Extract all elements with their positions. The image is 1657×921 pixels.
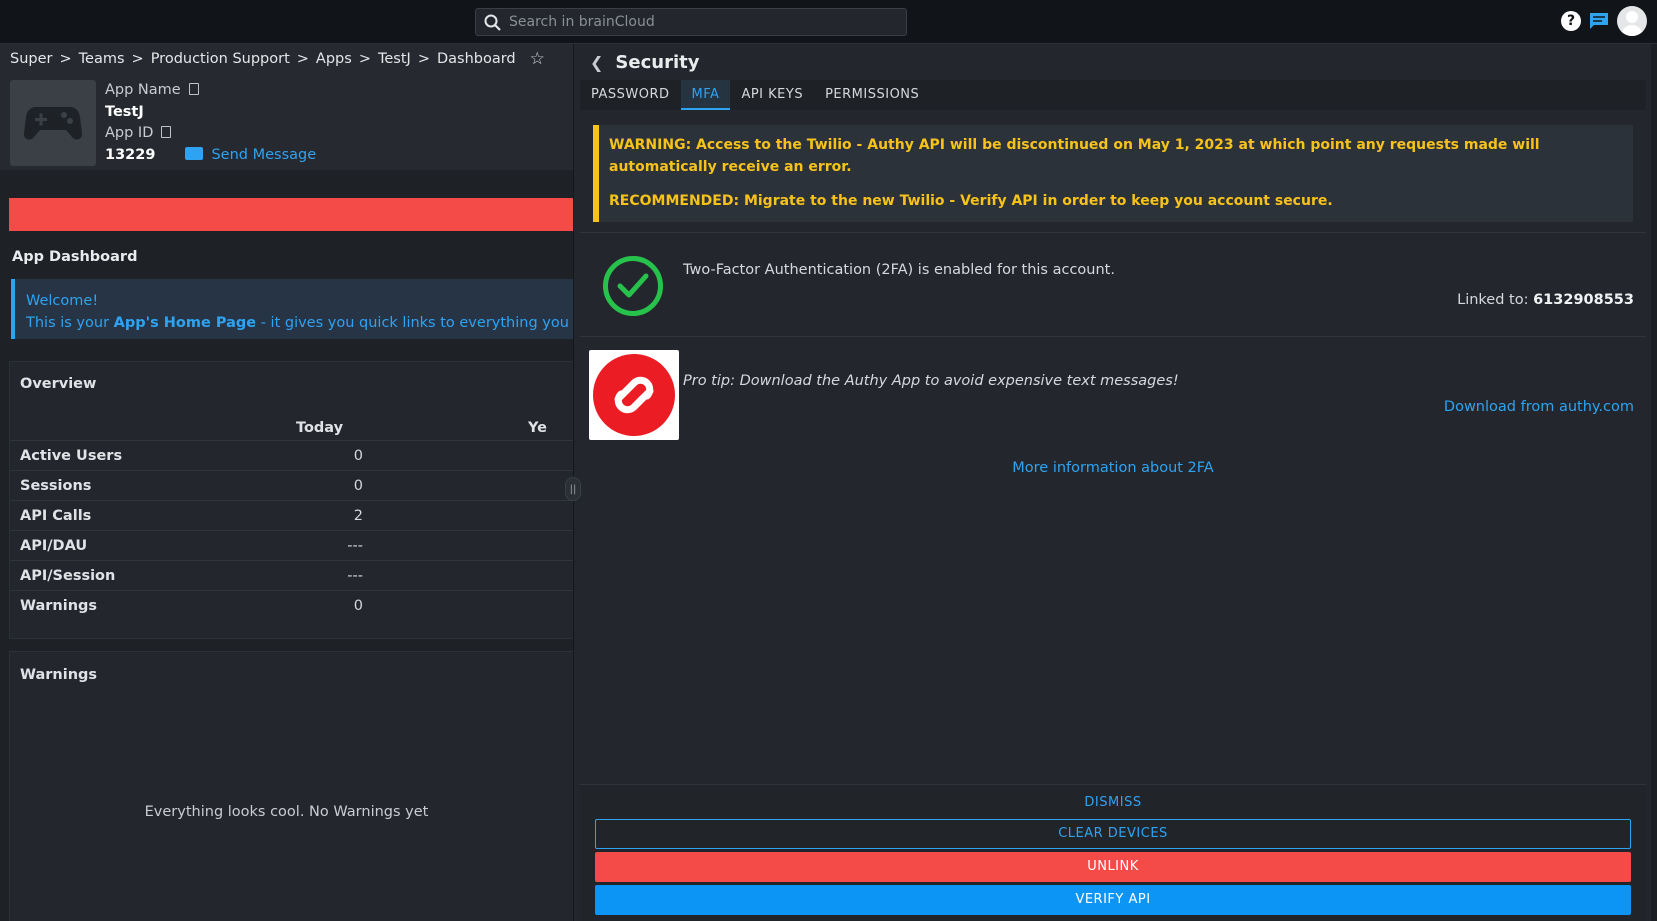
linked-phone: Linked to: 6132908553 <box>1457 292 1634 308</box>
copy-icon[interactable] <box>161 126 172 138</box>
panel-title: Security <box>615 51 700 73</box>
authy-logo-icon <box>589 350 679 440</box>
breadcrumb-item[interactable]: TestJ <box>378 51 411 67</box>
app-name-value: TestJ <box>105 103 144 120</box>
security-header: ❮ Security <box>574 44 1651 80</box>
search-input[interactable] <box>509 14 889 30</box>
chat-icon[interactable] <box>1589 12 1609 30</box>
table-row: Sessions 0 <box>10 470 573 501</box>
app-id-value: 13229 <box>105 146 156 163</box>
send-message-link[interactable]: Send Message <box>185 146 316 163</box>
welcome-title: Welcome! <box>26 293 99 309</box>
more-info-link[interactable]: More information about 2FA <box>574 460 1652 476</box>
tab-api-keys[interactable]: API KEYS <box>730 80 814 110</box>
tab-bar: PASSWORD MFA API KEYS PERMISSIONS <box>580 80 1646 110</box>
column-header-today: Today <box>296 420 344 436</box>
breadcrumb-item[interactable]: Production Support <box>151 51 290 67</box>
overview-title: Overview <box>20 376 97 392</box>
welcome-banner: Welcome! This is your App's Home Page - … <box>11 279 573 339</box>
search-icon <box>484 14 501 31</box>
breadcrumb: Super > Teams > Production Support > Apps > … <box>0 44 573 74</box>
warnings-title: Warnings <box>20 667 98 683</box>
table-row: API Calls 2 <box>10 500 573 531</box>
table-row: API/Session --- <box>10 560 573 591</box>
welcome-text: This is your App's Home Page - it gives … <box>26 315 573 331</box>
column-header-next: Ye <box>528 420 548 436</box>
dismiss-button[interactable]: DISMISS <box>580 795 1646 810</box>
app-name-label: App Name <box>105 82 181 98</box>
warning-text: WARNING: Access to the Twilio - Authy AP… <box>609 137 1540 175</box>
help-icon[interactable]: ? <box>1561 11 1581 31</box>
clear-devices-button[interactable]: CLEAR DEVICES <box>595 819 1631 849</box>
top-bar: ? <box>0 0 1657 44</box>
app-dashboard-panel: Super > Teams > Production Support > Apps > … <box>0 44 573 921</box>
twofa-status: Two-Factor Authentication (2FA) is enabl… <box>683 262 1115 278</box>
breadcrumb-item[interactable]: Super <box>10 51 52 67</box>
star-icon[interactable]: ☆ <box>530 49 545 69</box>
verify-api-button[interactable]: VERIFY API <box>595 885 1631 915</box>
warning-callout: WARNING: Access to the Twilio - Authy AP… <box>593 125 1633 222</box>
alert-banner <box>9 198 573 231</box>
download-authy-link[interactable]: Download from authy.com <box>1444 399 1634 415</box>
avatar[interactable] <box>1617 6 1647 36</box>
app-id-label: App ID <box>105 125 154 141</box>
warnings-card: Warnings Everything looks cool. No Warni… <box>9 651 573 921</box>
breadcrumb-item[interactable]: Teams <box>79 51 125 67</box>
page-title: App Dashboard <box>12 249 138 265</box>
back-chevron-icon[interactable]: ❮ <box>590 53 603 72</box>
resize-handle[interactable]: || <box>565 477 581 501</box>
gamepad-icon <box>10 80 96 166</box>
tab-permissions[interactable]: PERMISSIONS <box>814 80 930 110</box>
pro-tip-text: Pro tip: Download the Authy App to avoid… <box>683 373 1179 389</box>
table-row: Warnings 0 <box>10 590 573 621</box>
search-box[interactable] <box>475 8 907 36</box>
breadcrumb-item[interactable]: Apps <box>316 51 352 67</box>
table-row: Active Users 0 <box>10 440 573 471</box>
warnings-empty-message: Everything looks cool. No Warnings yet <box>144 804 429 820</box>
table-row: API/DAU --- <box>10 530 573 561</box>
check-circle-icon <box>603 256 663 316</box>
security-panel: ❮ Security PASSWORD MFA API KEYS PERMISS… <box>573 44 1651 921</box>
action-footer: DISMISS CLEAR DEVICES UNLINK VERIFY API <box>580 784 1646 921</box>
copy-icon[interactable] <box>188 83 199 95</box>
tab-mfa[interactable]: MFA <box>680 80 731 110</box>
mail-icon <box>185 146 204 160</box>
breadcrumb-item[interactable]: Dashboard <box>437 51 516 67</box>
tab-password[interactable]: PASSWORD <box>580 80 681 110</box>
overview-card: Overview Today Ye Active Users 0 Sessions… <box>9 361 573 639</box>
unlink-button[interactable]: UNLINK <box>595 852 1631 882</box>
recommended-text: RECOMMENDED: Migrate to the new Twilio -… <box>609 193 1333 209</box>
app-header: App Name TestJ App ID 13229 Send Message <box>0 74 573 170</box>
